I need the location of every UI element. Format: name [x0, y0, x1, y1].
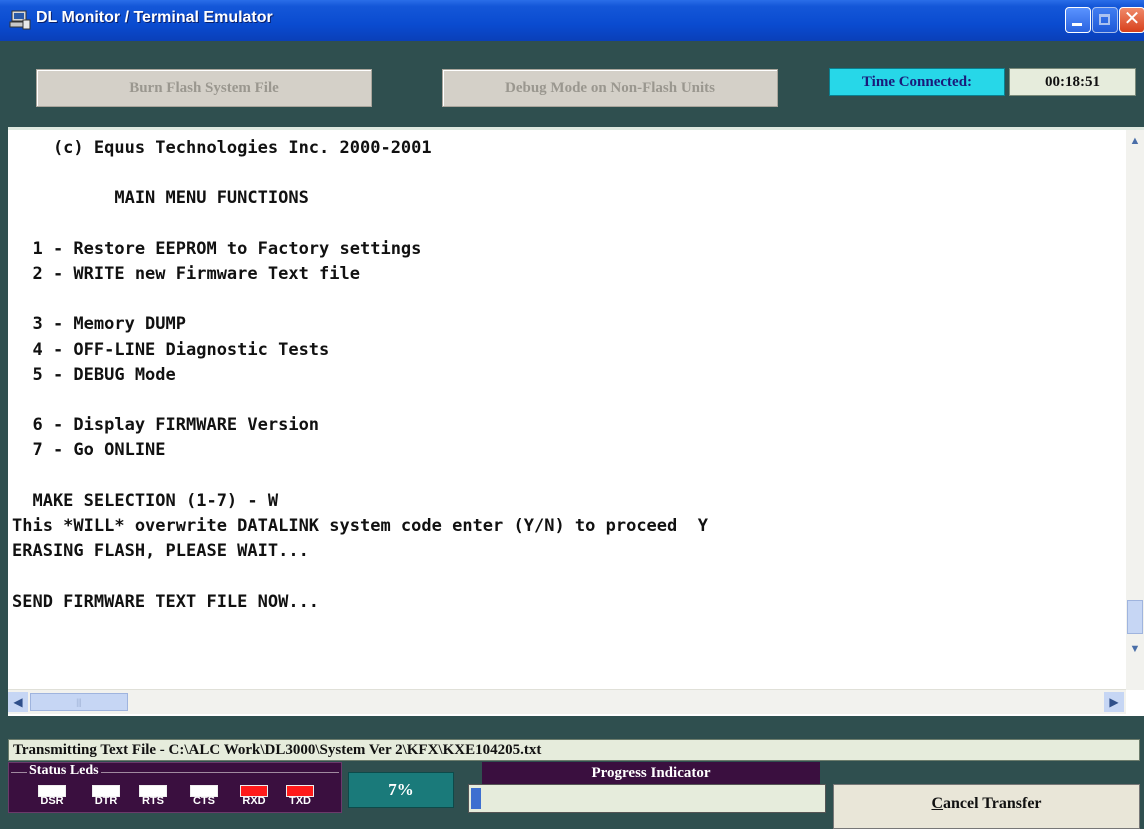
time-connected-label: Time Connected:: [829, 68, 1005, 96]
led-rxd: RXD: [240, 785, 268, 808]
progress-bar-fill: [471, 788, 481, 809]
scroll-up-icon[interactable]: ▲: [1126, 132, 1144, 150]
led-label: CTS: [193, 795, 215, 807]
terminal-output[interactable]: (c) Equus Technologies Inc. 2000-2001 MA…: [12, 136, 1116, 676]
led-txd: TXD: [286, 785, 314, 808]
status-panel: Transmitting Text File - C:\ALC Work\DL3…: [0, 716, 1144, 829]
progress-percent: 7%: [348, 772, 454, 808]
close-button[interactable]: ✕: [1119, 6, 1144, 33]
led-dsr: DSR: [38, 785, 66, 808]
led-label: RTS: [142, 795, 164, 807]
terminal-line: 7 - Go ONLINE: [12, 440, 166, 461]
debug-mode-button[interactable]: Debug Mode on Non-Flash Units: [442, 69, 778, 107]
window-title: DL Monitor / Terminal Emulator: [36, 9, 273, 26]
terminal-line: 5 - DEBUG Mode: [12, 364, 176, 385]
minimize-button[interactable]: [1065, 7, 1091, 33]
led-label: DSR: [40, 795, 64, 807]
led-label: DTR: [94, 795, 118, 807]
terminal-line: This *WILL* overwrite DATALINK system co…: [12, 516, 708, 537]
terminal-line: 4 - OFF-LINE Diagnostic Tests: [12, 339, 330, 360]
transmit-status-text: Transmitting Text File - C:\ALC Work\DL3…: [8, 739, 1140, 761]
terminal-app-icon: [9, 10, 31, 30]
cancel-accelerator: C: [931, 795, 944, 812]
led-dtr: DTR: [92, 785, 120, 808]
cancel-label-rest: ancel Transfer: [943, 795, 1042, 812]
terminal-panel: (c) Equus Technologies Inc. 2000-2001 MA…: [8, 127, 1144, 719]
scroll-left-icon[interactable]: ◀: [8, 692, 28, 712]
led-label: TXD: [289, 795, 311, 807]
status-leds-group: Status Leds DSR DTR RTS CTS RXD TXD: [8, 762, 342, 813]
led-rts: RTS: [139, 785, 167, 808]
close-icon: ✕: [1123, 6, 1141, 30]
horizontal-scrollbar[interactable]: ◀ ||| ▶: [8, 689, 1126, 714]
scroll-right-icon[interactable]: ▶: [1104, 692, 1124, 712]
status-leds-label: Status Leds: [27, 763, 101, 779]
title-bar[interactable]: DL Monitor / Terminal Emulator ✕: [0, 0, 1144, 42]
minimize-icon: [1072, 23, 1082, 26]
terminal-line: (c) Equus Technologies Inc. 2000-2001: [12, 138, 432, 158]
maximize-button[interactable]: [1092, 7, 1118, 33]
horizontal-scroll-thumb[interactable]: |||: [30, 693, 128, 711]
time-connected-value: 00:18:51: [1009, 68, 1136, 96]
terminal-line: 6 - Display FIRMWARE Version: [12, 415, 320, 436]
scroll-down-icon[interactable]: ▼: [1126, 640, 1144, 658]
vertical-scroll-thumb[interactable]: [1127, 600, 1143, 634]
led-label: RXD: [242, 795, 266, 807]
terminal-line: 3 - Memory DUMP: [12, 314, 186, 335]
progress-indicator-title: Progress Indicator: [482, 762, 820, 784]
maximize-icon: [1099, 14, 1110, 25]
terminal-line: MAIN MENU FUNCTIONS: [12, 188, 309, 209]
led-cts: CTS: [190, 785, 218, 808]
terminal-line: 2 - WRITE new Firmware Text file: [12, 264, 360, 285]
terminal-line: 1 - Restore EEPROM to Factory settings: [12, 238, 422, 259]
toolbar: Burn Flash System File Debug Mode on Non…: [0, 41, 1144, 127]
terminal-line: ERASING FLASH, PLEASE WAIT...: [12, 541, 309, 562]
vertical-scrollbar[interactable]: ▲ ▼: [1126, 130, 1144, 690]
terminal-line: SEND FIRMWARE TEXT FILE NOW...: [12, 591, 320, 612]
burn-flash-button[interactable]: Burn Flash System File: [36, 69, 372, 107]
cancel-transfer-button[interactable]: Cancel Transfer: [833, 784, 1140, 829]
terminal-line: MAKE SELECTION (1-7) - W: [12, 490, 279, 511]
progress-bar: [468, 784, 826, 813]
